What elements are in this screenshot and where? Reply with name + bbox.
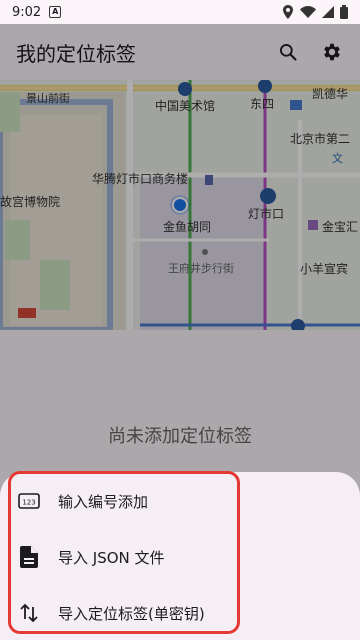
status-bar: 9:02 A bbox=[0, 0, 360, 24]
swap-vertical-icon bbox=[18, 602, 40, 624]
sheet-item-import-tag[interactable]: 导入定位标签(单密钥) bbox=[0, 585, 360, 640]
battery-icon bbox=[340, 5, 348, 19]
location-pin-icon bbox=[283, 5, 293, 19]
sheet-item-input-number[interactable]: 123 输入编号添加 bbox=[0, 473, 360, 529]
notification-a-icon: A bbox=[49, 6, 62, 18]
wifi-icon bbox=[300, 6, 316, 18]
file-icon bbox=[18, 546, 40, 568]
sheet-item-label: 导入定位标签(单密钥) bbox=[58, 604, 205, 623]
sheet-item-label: 导入 JSON 文件 bbox=[58, 548, 165, 567]
status-icons bbox=[282, 5, 348, 19]
dialpad-123-icon: 123 bbox=[18, 490, 40, 512]
bottom-sheet: 123 输入编号添加 导入 JSON 文件 导入定位标签(单密钥) bbox=[0, 472, 360, 640]
svg-text:123: 123 bbox=[22, 499, 35, 507]
signal-icon bbox=[322, 6, 334, 18]
sheet-item-import-json[interactable]: 导入 JSON 文件 bbox=[0, 529, 360, 585]
status-time: 9:02 bbox=[12, 4, 42, 20]
sheet-item-label: 输入编号添加 bbox=[58, 492, 149, 511]
